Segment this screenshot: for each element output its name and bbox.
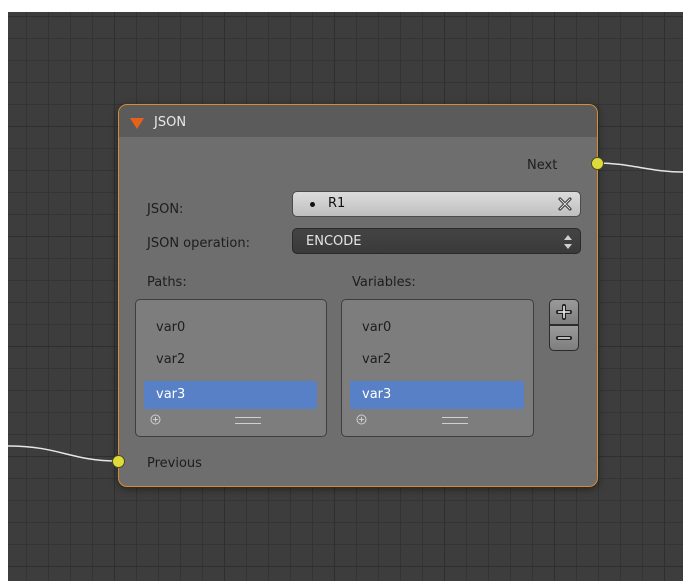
json-field[interactable]: R1	[292, 191, 581, 217]
list-item-selected[interactable]: var3	[350, 381, 524, 409]
json-operation-label: JSON operation:	[147, 236, 250, 251]
node-title: JSON	[154, 115, 187, 130]
paths-header: Paths:	[147, 275, 187, 290]
node-header[interactable]: JSON	[119, 105, 597, 137]
previous-socket-label: Previous	[147, 456, 202, 471]
paths-list[interactable]: var0 var2 var3	[135, 299, 327, 437]
list-item-selected[interactable]: var3	[144, 381, 317, 409]
add-circle-icon[interactable]	[150, 414, 161, 425]
grip-icon[interactable]	[442, 417, 468, 424]
json-operation-value: ENCODE	[306, 234, 362, 249]
collapse-arrow-icon[interactable]	[130, 118, 144, 129]
input-socket-previous[interactable]	[112, 455, 125, 468]
add-item-button[interactable]	[549, 299, 579, 325]
next-socket-label: Next	[527, 158, 558, 173]
variables-header: Variables:	[352, 275, 416, 290]
json-field-value: R1	[328, 196, 346, 211]
plus-icon	[556, 304, 572, 320]
output-socket-next[interactable]	[591, 157, 604, 170]
add-circle-icon[interactable]	[356, 414, 367, 425]
up-down-arrows-icon	[564, 235, 572, 249]
clear-x-icon[interactable]	[556, 195, 574, 213]
object-dot-icon	[310, 202, 315, 207]
json-field-label: JSON:	[147, 202, 184, 217]
list-item[interactable]: var0	[342, 314, 532, 342]
list-item[interactable]: var0	[136, 314, 326, 342]
remove-item-button[interactable]	[549, 325, 579, 351]
variables-list[interactable]: var0 var2 var3	[341, 299, 534, 437]
minus-icon	[556, 336, 572, 340]
list-item[interactable]: var2	[342, 346, 532, 374]
json-node[interactable]: JSON Next JSON: R1 JSON operation: ENCOD…	[118, 104, 598, 487]
grip-icon[interactable]	[235, 417, 261, 424]
list-item[interactable]: var2	[136, 346, 326, 374]
json-operation-select[interactable]: ENCODE	[292, 228, 581, 254]
